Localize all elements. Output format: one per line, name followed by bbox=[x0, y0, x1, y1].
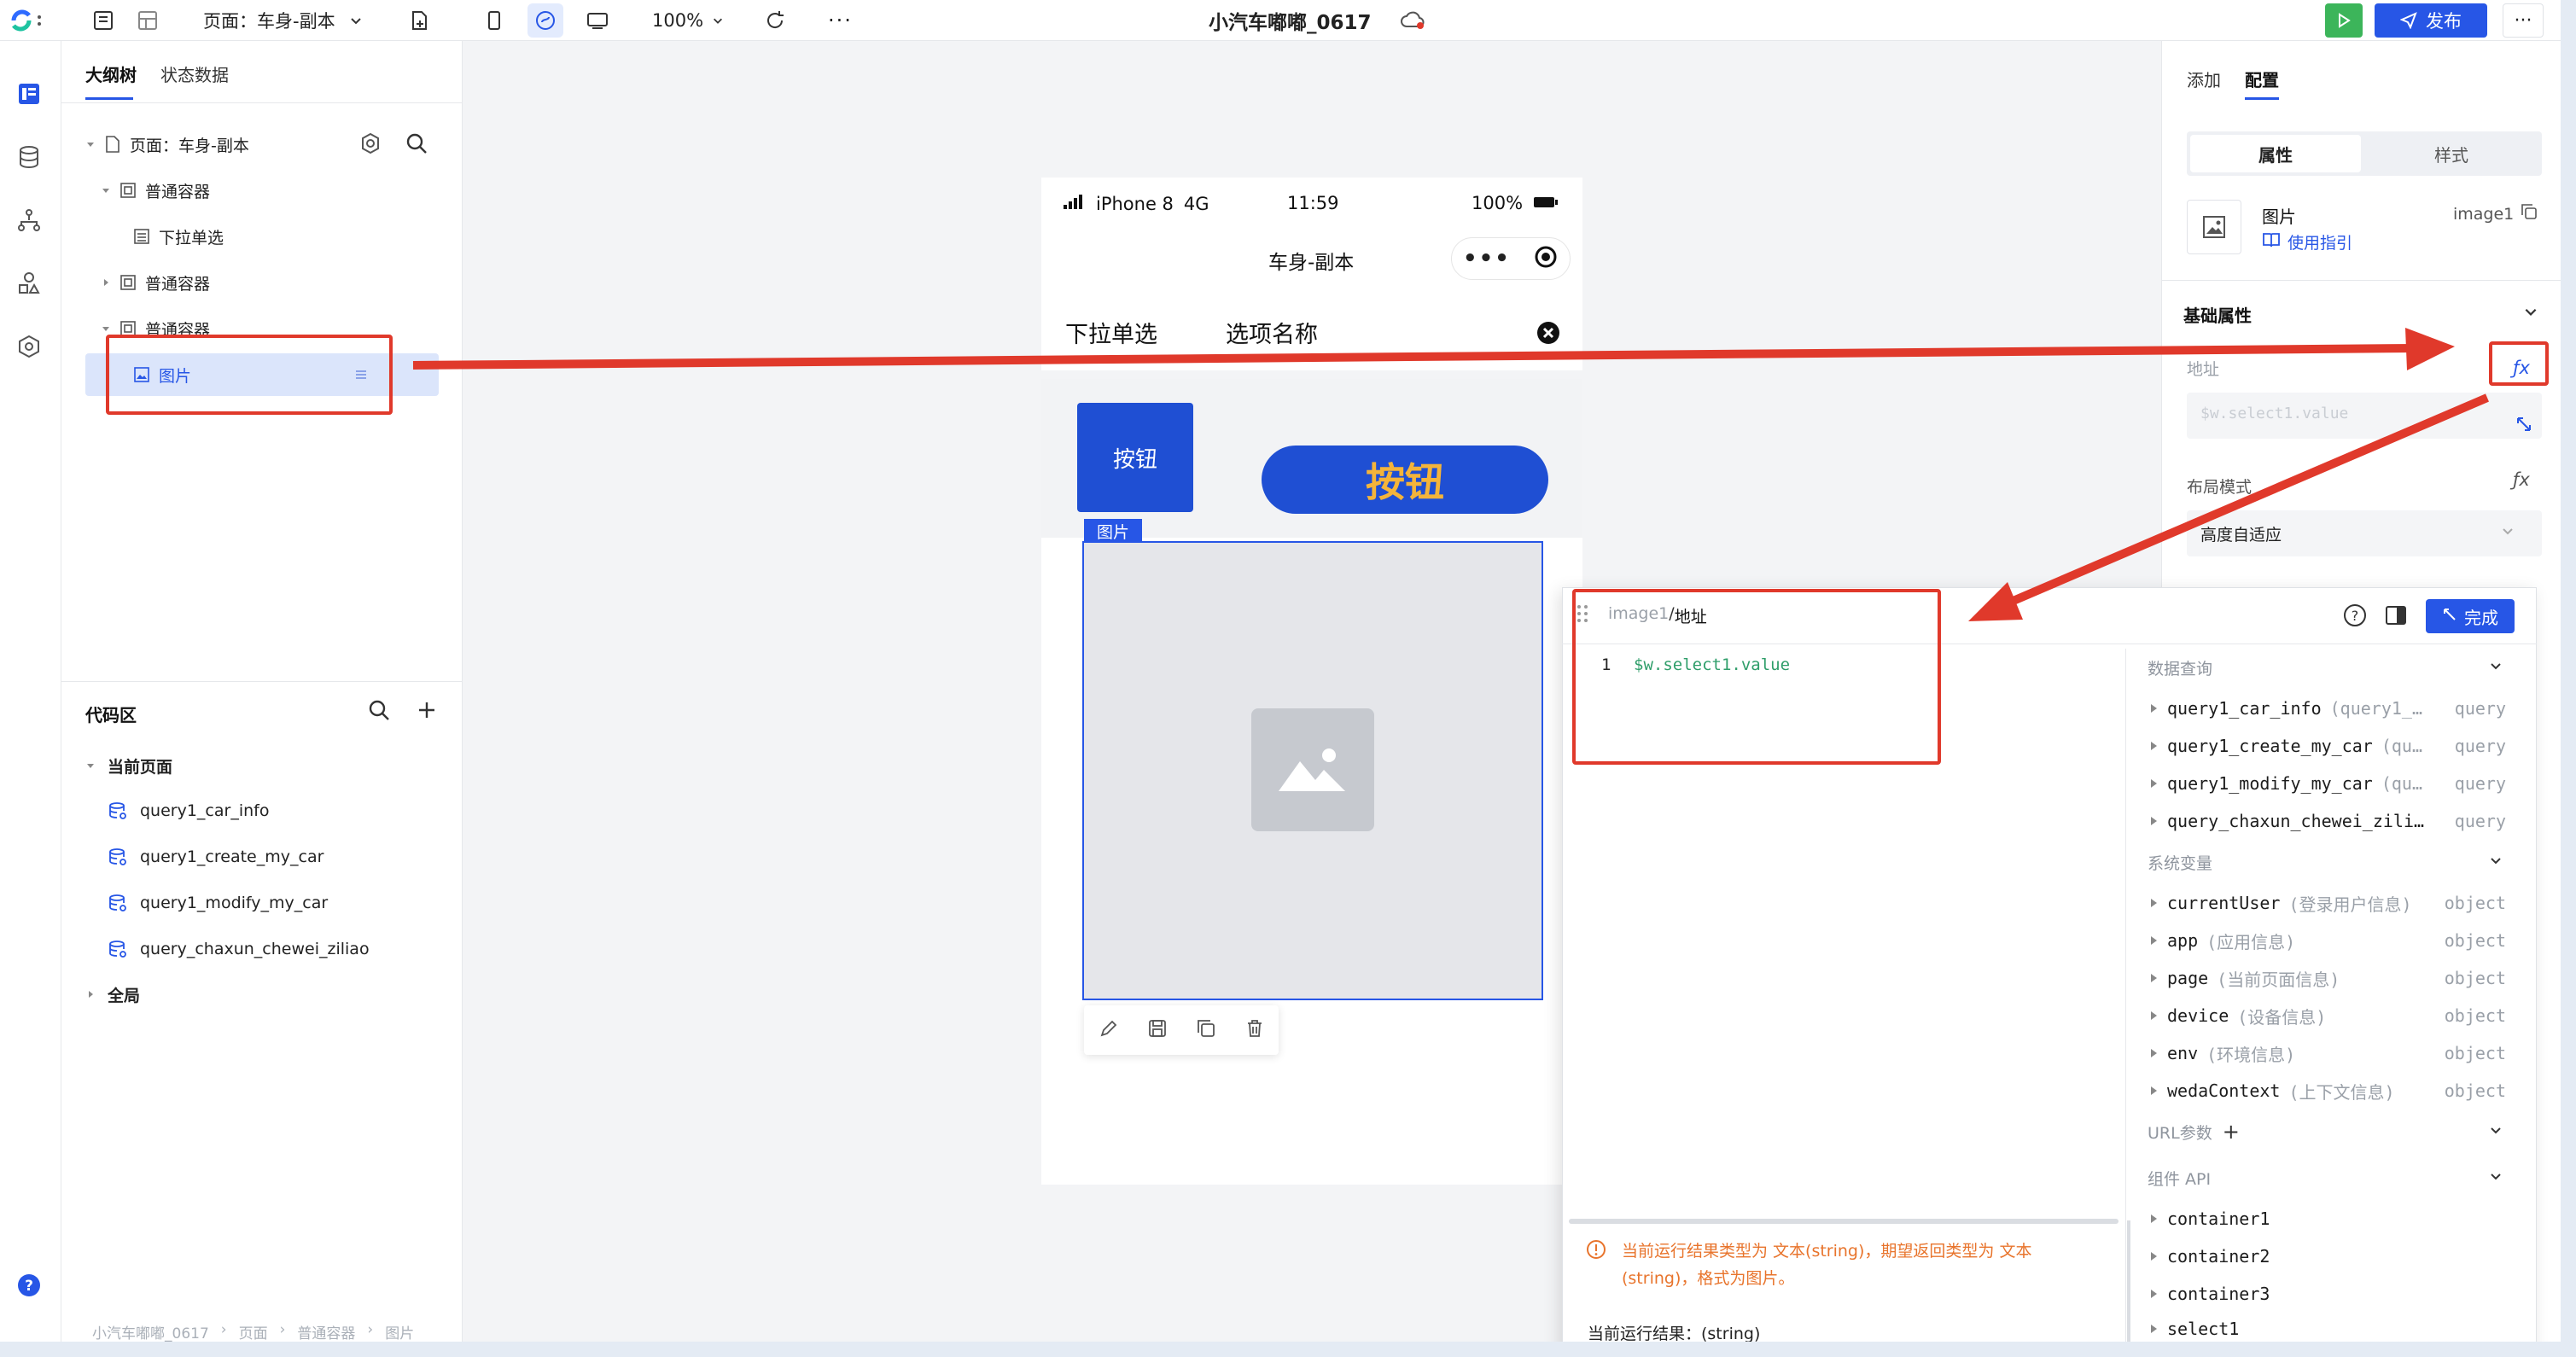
annotation-arrow-line bbox=[2008, 393, 2489, 607]
annotation-arrows bbox=[412, 328, 2489, 621]
window-bottom-strip bbox=[0, 1342, 2576, 1357]
annotation-arrow-head bbox=[2405, 328, 2455, 370]
annotation-arrow-head bbox=[1968, 582, 2023, 621]
window-right-strip bbox=[2561, 0, 2576, 1357]
annotation-arrow-line bbox=[412, 344, 2416, 370]
